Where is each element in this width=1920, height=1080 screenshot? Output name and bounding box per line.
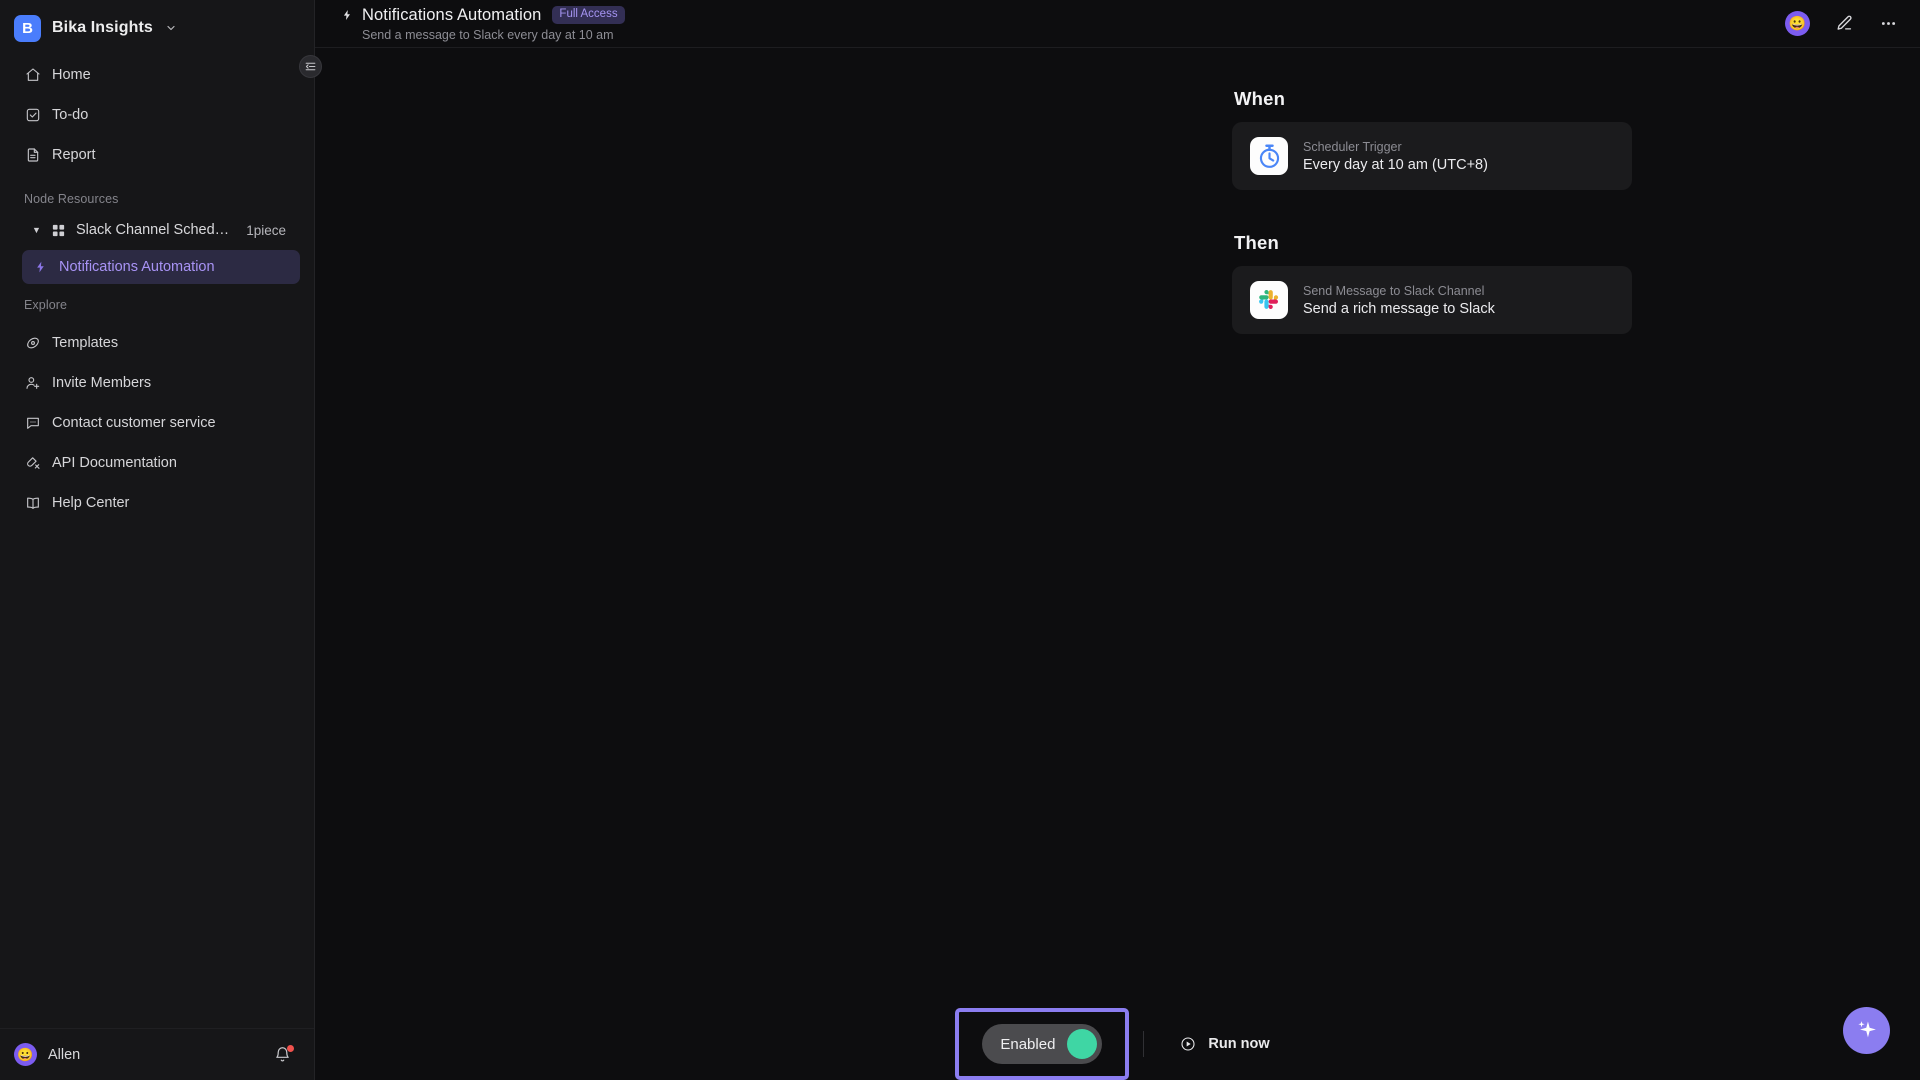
- action-description: Send a rich message to Slack: [1303, 300, 1495, 317]
- user-name: Allen: [48, 1046, 81, 1063]
- trigger-description: Every day at 10 am (UTC+8): [1303, 156, 1488, 173]
- tree-node-label: Slack Channel Scheduled ...: [76, 222, 238, 238]
- sidebar: B Bika Insights Home To-do Report Node R…: [0, 0, 322, 1080]
- trigger-kind: Scheduler Trigger: [1303, 139, 1402, 154]
- action-card[interactable]: Send Message to Slack Channel Send a ric…: [1232, 266, 1632, 334]
- slack-icon: [1250, 281, 1288, 319]
- sidebar-item-home[interactable]: Home: [14, 58, 300, 92]
- enabled-toggle-label: Enabled: [1000, 1035, 1056, 1053]
- enabled-toggle[interactable]: Enabled: [982, 1024, 1103, 1064]
- primary-nav: Home To-do Report: [0, 52, 314, 178]
- automation-canvas: When Scheduler Trigger Every day at 10 a…: [315, 48, 1920, 1080]
- sidebar-item-invite-members[interactable]: Invite Members: [14, 366, 300, 400]
- sidebar-item-label: Invite Members: [52, 375, 152, 391]
- toggle-focus-inner: Enabled: [964, 1017, 1121, 1071]
- api-icon: [24, 455, 41, 472]
- workspace-logo: B: [14, 14, 41, 42]
- sidebar-item-label: Help Center: [52, 495, 130, 511]
- book-icon: [24, 495, 41, 512]
- avatar[interactable]: 😀: [14, 1043, 37, 1066]
- ai-assistant-button[interactable]: [1843, 1007, 1890, 1054]
- checkbox-icon: [24, 107, 41, 124]
- chevron-down-icon: [165, 22, 177, 34]
- trigger-card-text: Scheduler Trigger Every day at 10 am (UT…: [1303, 140, 1488, 173]
- workspace-switcher[interactable]: B Bika Insights: [0, 4, 314, 52]
- status-badge: Full Access: [552, 6, 625, 24]
- sidebar-item-label: Report: [52, 147, 96, 163]
- bell-icon[interactable]: [274, 1044, 294, 1064]
- section-heading-then: Then: [1234, 232, 1279, 253]
- top-bar-actions: 😀: [1785, 11, 1898, 36]
- run-now-button[interactable]: Run now: [1170, 1028, 1279, 1061]
- chat-icon: [24, 415, 41, 432]
- pencil-icon[interactable]: [1834, 14, 1854, 34]
- home-icon: [24, 67, 41, 84]
- user-plus-icon: [24, 375, 41, 392]
- toggle-focus-ring: Enabled: [955, 1008, 1130, 1080]
- avatar[interactable]: 😀: [1785, 11, 1810, 36]
- action-card-text: Send Message to Slack Channel Send a ric…: [1303, 284, 1495, 317]
- section-label-node-resources: Node Resources: [24, 192, 119, 206]
- bottom-action-bar: Enabled Run now: [315, 1008, 1920, 1080]
- toggle-knob: [1067, 1029, 1098, 1059]
- tree-node-count: 1piece: [246, 222, 286, 238]
- workspace-name: Bika Insights: [52, 19, 153, 36]
- sidebar-item-label: To-do: [52, 107, 89, 123]
- sidebar-item-label: Templates: [52, 335, 119, 351]
- sidebar-item-label: API Documentation: [52, 455, 177, 471]
- collapse-sidebar-icon[interactable]: [299, 55, 322, 78]
- bolt-icon: [341, 8, 354, 23]
- triangle-down-icon[interactable]: ▼: [32, 225, 42, 235]
- stopwatch-icon: [1250, 137, 1288, 175]
- top-bar: Notifications Automation Full Access Sen…: [315, 0, 1920, 48]
- sidebar-user-bar[interactable]: 😀 Allen: [0, 1028, 314, 1080]
- divider: [1143, 1031, 1145, 1057]
- sidebar-item-notifications-automation[interactable]: Notifications Automation: [22, 250, 300, 284]
- page-subtitle: Send a message to Slack every day at 10 …: [362, 27, 614, 42]
- trigger-card[interactable]: Scheduler Trigger Every day at 10 am (UT…: [1232, 122, 1632, 190]
- more-horizontal-icon[interactable]: [1878, 14, 1898, 34]
- bolt-icon: [34, 260, 48, 274]
- play-circle-icon: [1180, 1036, 1197, 1053]
- automation-flow: When Scheduler Trigger Every day at 10 a…: [1232, 88, 1632, 334]
- explore-nav: Templates Invite Members Contact custome…: [0, 320, 314, 526]
- tree-node-slack-channel-scheduled[interactable]: ▼ Slack Channel Scheduled ... 1piece: [14, 214, 300, 246]
- action-kind: Send Message to Slack Channel: [1303, 283, 1485, 298]
- page-title: Notifications Automation: [362, 5, 542, 24]
- sidebar-item-api-documentation[interactable]: API Documentation: [14, 446, 300, 480]
- sidebar-item-contact-customer-service[interactable]: Contact customer service: [14, 406, 300, 440]
- main-area: Notifications Automation Full Access Sen…: [315, 0, 1920, 1080]
- sidebar-item-label: Home: [52, 67, 91, 83]
- sidebar-item-todo[interactable]: To-do: [14, 98, 300, 132]
- grid-icon: [51, 223, 67, 238]
- document-icon: [24, 147, 41, 164]
- sidebar-item-label: Contact customer service: [52, 415, 216, 431]
- title-row: Notifications Automation Full Access: [341, 6, 625, 25]
- sparkle-icon: [1854, 1018, 1879, 1043]
- run-now-label: Run now: [1208, 1036, 1270, 1052]
- page-header: Notifications Automation Full Access Sen…: [341, 6, 625, 42]
- sidebar-item-help-center[interactable]: Help Center: [14, 486, 300, 520]
- sidebar-item-report[interactable]: Report: [14, 138, 300, 172]
- app-root: B Bika Insights Home To-do Report Node R…: [0, 0, 1920, 1080]
- sidebar-item-label: Notifications Automation: [59, 259, 215, 275]
- section-label-explore: Explore: [24, 298, 68, 312]
- section-heading-when: When: [1234, 88, 1286, 109]
- sidebar-item-templates[interactable]: Templates: [14, 326, 300, 360]
- template-icon: [24, 335, 41, 352]
- notification-dot: [287, 1044, 294, 1052]
